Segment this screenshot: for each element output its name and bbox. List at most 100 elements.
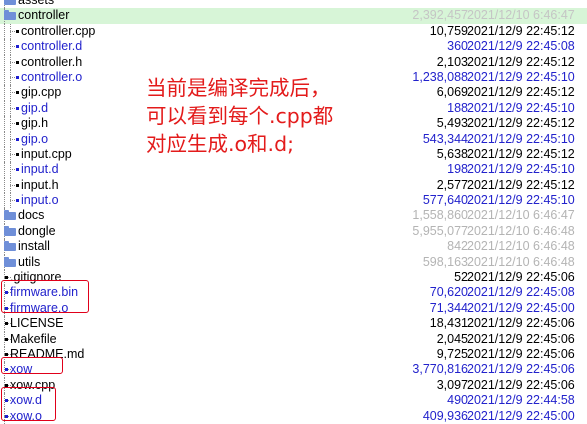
item-modified-date: 2021/12/10 6:46:48 [467, 254, 575, 269]
folder-icon [4, 225, 16, 236]
item-name: xow.o [10, 408, 42, 423]
item-name: controller.d [21, 39, 83, 54]
item-modified-date: 2021/12/9 22:45:12 [467, 116, 575, 131]
item-name: xow.d [10, 393, 42, 408]
tree-vertical-line [4, 162, 5, 178]
item-name: input.o [21, 193, 59, 208]
tree-vertical-line [4, 39, 5, 55]
item-name: gip.d [21, 100, 49, 115]
item-size: 1,238,088 [412, 69, 468, 84]
file-row[interactable]: xow 3,770,816 2021/12/9 22:45:06 [0, 362, 587, 378]
item-size: 5,638 [436, 146, 468, 161]
file-icon [16, 91, 19, 95]
file-row[interactable]: xow.cpp 3,097 2021/12/9 22:45:06 [0, 377, 587, 394]
folder-icon [4, 241, 16, 252]
file-row[interactable]: xow.d 490 2021/12/9 22:44:58 [0, 393, 587, 409]
folder-row[interactable]: assets [0, 0, 587, 9]
item-size: 9,725 [436, 346, 468, 361]
folder-row[interactable]: dongle 5,955,077 2021/12/10 6:46:48 [0, 223, 587, 240]
item-modified-date: 2021/12/9 22:45:12 [467, 54, 575, 69]
item-modified-date: 2021/12/9 22:45:06 [467, 346, 575, 361]
item-modified-date: 2021/12/9 22:45:10 [467, 193, 575, 208]
file-row[interactable]: input.h 2,577 2021/12/9 22:45:12 [0, 177, 587, 194]
file-icon [16, 168, 19, 172]
item-size: 52 [454, 270, 468, 285]
item-name: xow [10, 362, 33, 377]
item-modified-date: 2021/12/10 6:46:47 [467, 8, 575, 23]
folder-row[interactable]: docs 1,558,860 2021/12/10 6:46:47 [0, 208, 587, 224]
item-modified-date: 2021/12/10 6:46:48 [467, 239, 575, 254]
folder-row[interactable]: utils 598,163 2021/12/10 6:46:48 [0, 254, 587, 271]
tree-vertical-line [4, 54, 5, 70]
item-size: 5,493 [436, 116, 468, 131]
item-size: 490 [447, 393, 468, 408]
item-size: 2,045 [436, 331, 468, 346]
tree-vertical-line [4, 116, 5, 132]
item-name: gip.cpp [21, 85, 62, 100]
file-icon [16, 106, 19, 110]
item-modified-date: 2021/12/9 22:45:06 [467, 362, 575, 377]
file-list: assets controller 2,392,457 2021/12/10 6:46… [0, 0, 587, 424]
item-size: 70,620 [429, 285, 468, 300]
file-icon [5, 399, 8, 403]
file-row[interactable]: LICENSE 18,431 2021/12/9 22:45:06 [0, 316, 587, 332]
item-name: input.h [21, 177, 59, 192]
item-modified-date: 2021/12/9 22:45:06 [467, 270, 575, 285]
item-size: 2,392,457 [412, 8, 468, 23]
file-icon [16, 60, 19, 64]
file-row[interactable]: firmware.bin 70,620 2021/12/9 22:45:08 [0, 285, 587, 301]
folder-icon [4, 10, 16, 21]
item-name: LICENSE [10, 316, 64, 331]
file-icon [5, 368, 8, 372]
item-name: gip.h [21, 116, 49, 131]
item-size: 598,163 [422, 254, 468, 269]
item-name: docs [18, 208, 45, 223]
file-row[interactable]: Makefile 2,045 2021/12/9 22:45:06 [0, 331, 587, 347]
tree-vertical-line [4, 100, 5, 117]
file-row[interactable]: controller.h 2,103 2021/12/9 22:45:12 [0, 54, 587, 70]
item-modified-date: 2021/12/10 6:46:47 [467, 208, 575, 223]
file-row[interactable]: firmware.o 71,344 2021/12/9 22:45:00 [0, 300, 587, 317]
folder-row[interactable]: controller 2,392,457 2021/12/10 6:46:47 [0, 8, 587, 24]
item-name: controller.h [21, 54, 83, 69]
file-icon [5, 383, 8, 387]
file-icon [5, 276, 8, 280]
item-name: firmware.bin [10, 285, 79, 300]
file-row[interactable]: controller.d 360 2021/12/9 22:45:08 [0, 39, 587, 55]
item-size: 360 [447, 39, 468, 54]
file-icon [16, 199, 19, 203]
item-name: controller.o [21, 69, 83, 84]
item-size: 577,640 [422, 193, 468, 208]
item-modified-date: 2021/12/9 22:45:12 [467, 23, 575, 38]
item-modified-date: 2021/12/9 22:45:00 [467, 300, 575, 315]
file-row[interactable]: README.md 9,725 2021/12/9 22:45:06 [0, 346, 587, 363]
tree-vertical-line [4, 131, 5, 147]
file-row[interactable]: xow.o 409,936 2021/12/9 22:45:00 [0, 408, 587, 424]
item-name: firmware.o [10, 300, 69, 315]
item-modified-date: 2021/12/9 22:45:12 [467, 85, 575, 100]
annotation-text: 当前是编译完成后， 可以看到每个.cpp都 对应生成.o和.d; [146, 76, 334, 156]
file-icon [16, 152, 19, 156]
item-name: README.md [10, 346, 85, 361]
file-row[interactable]: input.d 198 2021/12/9 22:45:10 [0, 162, 587, 178]
item-size: 842 [447, 239, 468, 254]
item-modified-date: 2021/12/9 22:45:10 [467, 100, 575, 115]
file-icon [16, 29, 19, 33]
item-size: 18,431 [429, 316, 468, 331]
file-row[interactable]: input.o 577,640 2021/12/9 22:45:10 [0, 193, 587, 209]
item-modified-date: 2021/12/9 22:45:10 [467, 131, 575, 146]
folder-icon [4, 210, 16, 221]
item-modified-date: 2021/12/9 22:45:06 [467, 377, 575, 392]
folder-icon [4, 256, 16, 267]
item-size: 198 [447, 162, 468, 177]
folder-row[interactable]: install 842 2021/12/10 6:46:48 [0, 239, 587, 255]
item-size: 5,955,077 [412, 223, 468, 238]
item-modified-date: 2021/12/9 22:45:08 [467, 285, 575, 300]
item-name: gip.o [21, 131, 49, 146]
item-modified-date: 2021/12/9 22:44:58 [467, 393, 575, 408]
file-icon [5, 337, 8, 341]
item-name: controller [18, 8, 70, 23]
file-row[interactable]: .gitignore 52 2021/12/9 22:45:06 [0, 270, 587, 286]
file-row[interactable]: controller.cpp 10,759 2021/12/9 22:45:12 [0, 23, 587, 40]
item-modified-date: 2021/12/9 22:45:10 [467, 162, 575, 177]
